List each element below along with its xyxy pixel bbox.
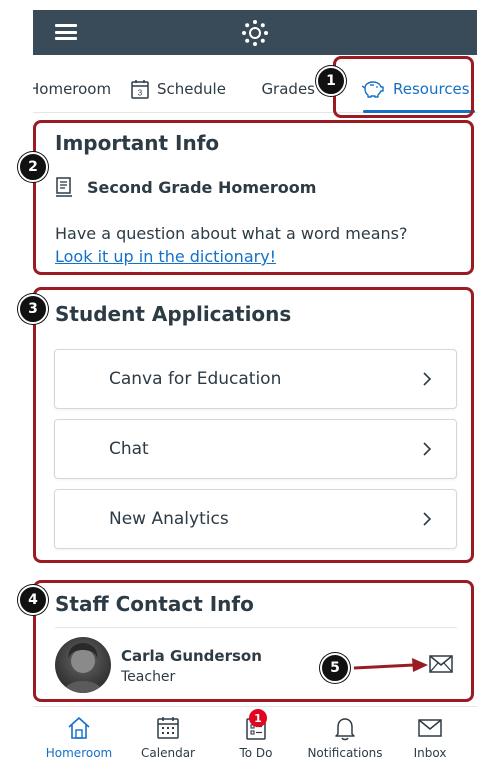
piggy-bank-icon: [361, 81, 384, 98]
chevron-right-icon: [423, 512, 432, 526]
nav-label: Inbox: [413, 746, 447, 760]
info-text: Have a question about what a word means?: [55, 224, 408, 243]
dictionary-link[interactable]: Look it up in the dictionary!: [55, 247, 276, 266]
app-label: Canva for Education: [109, 369, 282, 389]
home-icon: [68, 717, 90, 739]
tab-homeroom-label: Homeroom: [33, 80, 112, 98]
bell-icon: [335, 718, 355, 741]
nav-to-do[interactable]: 1 To Do: [217, 707, 295, 765]
tab-grades-label: Grades: [261, 80, 315, 98]
staff-contact-title: Staff Contact Info: [55, 592, 254, 616]
callout-number-1: 1: [316, 66, 346, 96]
callout-arrow-icon: [353, 658, 428, 672]
bottom-navigation: Homeroom Calendar 1 To Do Notifications …: [33, 706, 477, 765]
tab-schedule[interactable]: 3 Schedule: [131, 65, 226, 113]
avatar: [55, 637, 111, 693]
nav-calendar[interactable]: Calendar: [129, 707, 207, 765]
staff-name: Carla Gunderson: [121, 647, 262, 665]
mail-icon: [418, 719, 442, 737]
app-frame: Homeroom 3 Schedule Grades Resources Imp…: [33, 10, 477, 765]
active-tab-indicator: [363, 110, 475, 113]
calendar-icon: [157, 717, 179, 739]
tab-schedule-label: Schedule: [157, 80, 226, 98]
top-bar: [33, 10, 477, 55]
notebook-icon: [56, 177, 72, 197]
nav-label: Notifications: [307, 746, 383, 760]
tab-bar: Homeroom 3 Schedule Grades Resources: [33, 65, 477, 113]
app-label: New Analytics: [109, 509, 229, 529]
tab-homeroom[interactable]: Homeroom: [33, 65, 111, 113]
nav-label: To Do: [239, 746, 273, 760]
app-chat[interactable]: Chat: [54, 419, 457, 479]
chevron-right-icon: [423, 442, 432, 456]
nav-notifications[interactable]: Notifications: [301, 707, 389, 765]
callout-number-2: 2: [18, 152, 48, 182]
divider: [55, 627, 457, 628]
person-photo-icon: [63, 643, 103, 693]
student-applications-title: Student Applications: [55, 302, 292, 326]
course-row: Second Grade Homeroom: [55, 177, 316, 197]
nav-label: Homeroom: [45, 746, 113, 760]
hamburger-menu-icon[interactable]: [55, 24, 77, 40]
chevron-right-icon: [423, 372, 432, 386]
calendar-icon: 3: [131, 80, 149, 99]
todo-badge: 1: [249, 709, 267, 727]
send-message-icon[interactable]: [429, 655, 453, 673]
nav-inbox[interactable]: Inbox: [397, 707, 463, 765]
nav-label: Calendar: [141, 746, 195, 760]
tab-resources[interactable]: Resources: [361, 65, 470, 113]
svg-text:3: 3: [138, 89, 143, 98]
tab-grades[interactable]: Grades: [253, 65, 315, 113]
app-canva-for-education[interactable]: Canva for Education: [54, 349, 457, 409]
canvas-logo-icon: [242, 20, 268, 46]
staff-role: Teacher: [121, 669, 176, 685]
app-label: Chat: [109, 439, 149, 459]
nav-homeroom[interactable]: Homeroom: [40, 707, 118, 765]
important-info-title: Important Info: [55, 131, 220, 155]
callout-number-5: 5: [320, 653, 350, 683]
app-new-analytics[interactable]: New Analytics: [54, 489, 457, 549]
tab-resources-label: Resources: [393, 80, 470, 98]
callout-number-3: 3: [18, 294, 48, 324]
course-name: Second Grade Homeroom: [87, 177, 317, 197]
callout-number-4: 4: [18, 585, 48, 615]
